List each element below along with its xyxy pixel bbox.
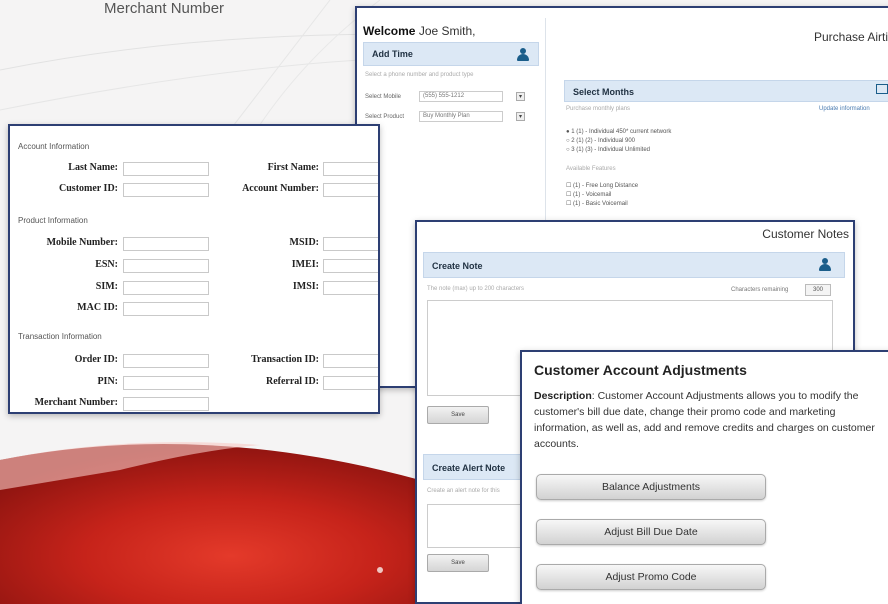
first-name-label: First Name:	[267, 162, 319, 173]
create-note-header: Create Note	[423, 252, 845, 278]
adjust-promo-code-button[interactable]: Adjust Promo Code	[536, 564, 766, 590]
add-time-header: Add Time	[363, 42, 539, 66]
feature-checkbox[interactable]: ☐ (1) - Voicemail	[566, 191, 611, 198]
customer-id-label: Customer ID:	[59, 183, 118, 194]
mac-id-label: MAC ID:	[77, 302, 118, 313]
sim-label: SIM:	[95, 281, 118, 292]
customer-id-field[interactable]	[123, 183, 209, 197]
pin-label: PIN:	[97, 376, 118, 387]
esn-label: ESN:	[95, 259, 118, 270]
msid-field[interactable]	[323, 237, 378, 251]
adjustments-title: Customer Account Adjustments	[534, 362, 747, 378]
mobile-number-field[interactable]	[123, 237, 209, 251]
characters-remaining-count: 300	[805, 284, 831, 296]
order-id-field[interactable]	[123, 354, 209, 368]
save-note-button[interactable]: Save	[427, 406, 489, 424]
alert-note-textarea[interactable]	[427, 504, 527, 548]
account-search-panel: Account Information Last Name: First Nam…	[8, 124, 380, 414]
select-product-dropdown[interactable]: Buy Monthly Plan	[419, 111, 503, 122]
purchase-airtime-title: Purchase Airtim	[813, 30, 888, 44]
merchant-number-caption: Merchant Number	[104, 0, 225, 17]
account-information-heading: Account Information	[18, 142, 90, 151]
alert-note-hint: Create an alert note for this	[427, 488, 500, 494]
month-option[interactable]: ○ 2 (1) (2) - Individual 900	[566, 138, 635, 144]
person-icon	[819, 258, 831, 272]
account-number-field[interactable]	[323, 183, 378, 197]
mobile-number-label: Mobile Number:	[46, 237, 118, 248]
month-option[interactable]: ○ 3 (1) (3) - Individual Unlimited	[566, 147, 650, 153]
transaction-id-field[interactable]	[323, 354, 378, 368]
imsi-label: IMSI:	[292, 281, 319, 292]
account-adjustments-panel: Customer Account Adjustments Description…	[520, 350, 888, 604]
available-features-label: Available Features	[566, 166, 616, 172]
mac-id-field[interactable]	[123, 302, 209, 316]
person-icon	[517, 48, 529, 62]
balance-adjustments-button[interactable]: Balance Adjustments	[536, 474, 766, 500]
first-name-field[interactable]	[323, 162, 378, 176]
adjust-bill-due-date-button[interactable]: Adjust Bill Due Date	[536, 519, 766, 545]
transaction-information-heading: Transaction Information	[18, 332, 102, 341]
welcome-greeting: Welcome Joe Smith,	[363, 24, 476, 38]
imei-field[interactable]	[323, 259, 378, 273]
select-mobile-label: Select Mobile	[365, 94, 402, 100]
product-information-heading: Product Information	[18, 216, 88, 225]
user-name: Joe Smith,	[418, 24, 476, 38]
chevron-down-icon[interactable]: ▾	[516, 92, 525, 101]
characters-remaining-label: Characters remaining	[731, 287, 789, 293]
sim-field[interactable]	[123, 281, 209, 295]
feature-checkbox[interactable]: ☐ (1) - Free Long Distance	[566, 182, 638, 189]
month-option[interactable]: ● 1 (1) - Individual 450* current networ…	[566, 129, 671, 135]
account-number-label: Account Number:	[242, 183, 319, 194]
pin-field[interactable]	[123, 376, 209, 390]
update-information-link[interactable]: Update information	[819, 106, 870, 112]
select-product-label: Select Product	[365, 114, 405, 120]
referral-id-label: Referral ID:	[265, 376, 319, 387]
order-id-label: Order ID:	[74, 354, 118, 365]
select-mobile-dropdown[interactable]: (555) 555-1212	[419, 91, 503, 102]
esn-field[interactable]	[123, 259, 209, 273]
imei-label: IMEI:	[291, 259, 319, 270]
merchant-number-label: Merchant Number:	[34, 397, 118, 408]
create-note-hint: The note (max) up to 200 characters	[427, 286, 525, 292]
last-name-label: Last Name:	[68, 162, 118, 173]
referral-id-field[interactable]	[323, 376, 378, 390]
chevron-down-icon[interactable]: ▾	[516, 112, 525, 121]
add-time-hint: Select a phone number and product type	[365, 72, 474, 78]
msid-label: MSID:	[289, 237, 319, 248]
customer-notes-title: Customer Notes	[762, 227, 849, 241]
merchant-number-field[interactable]	[123, 397, 209, 411]
create-alert-note-header: Create Alert Note	[423, 454, 531, 480]
select-months-header: Select Months	[564, 80, 888, 102]
adjustments-description: Description: Customer Account Adjustment…	[534, 390, 875, 450]
transaction-id-label: Transaction ID:	[251, 354, 319, 365]
expand-icon[interactable]	[876, 84, 888, 94]
save-alert-note-button[interactable]: Save	[427, 554, 489, 572]
feature-checkbox[interactable]: ☐ (1) - Basic Voicemail	[566, 200, 628, 207]
select-months-subtitle: Purchase monthly plans	[566, 106, 631, 112]
imsi-field[interactable]	[323, 281, 378, 295]
last-name-field[interactable]	[123, 162, 209, 176]
